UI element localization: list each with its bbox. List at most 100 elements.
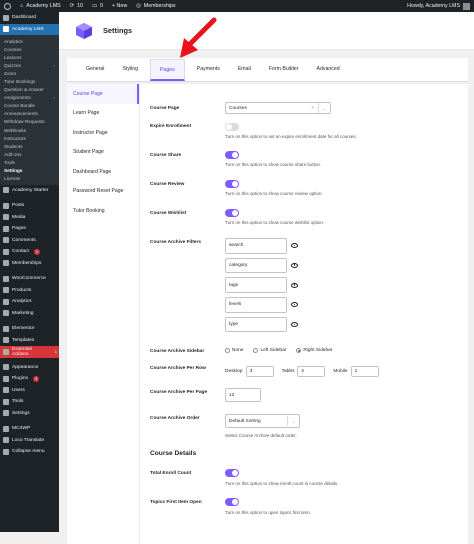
menu-analytics[interactable]: Analytics (0, 296, 59, 308)
tab-advanced[interactable]: Advanced (308, 57, 349, 81)
submenu-webhooks[interactable]: Webhooks (0, 126, 59, 134)
submenu-course-bundle[interactable]: Course Bundle (0, 102, 59, 110)
submenu-label: Withdraw Requests (4, 119, 45, 125)
expire-enrollment-toggle[interactable] (225, 123, 239, 131)
radio-label: None (232, 348, 244, 353)
menu-plugins[interactable]: Plugins 3 (0, 373, 59, 385)
sidebar-option-none[interactable]: None (225, 348, 243, 353)
menu-products[interactable]: Products (0, 285, 59, 297)
radio-button[interactable] (296, 348, 302, 353)
sidebar-option-left-sidebar[interactable]: Left Sidebar (253, 348, 286, 353)
submenu-zoom[interactable]: Zoom (0, 69, 59, 77)
tab-form-builder[interactable]: Form Builder (260, 57, 308, 81)
menu-label: Users (12, 387, 25, 393)
submenu-tools[interactable]: Tools (0, 158, 59, 166)
menu-marketing[interactable]: Marketing (0, 308, 59, 320)
memberships-link[interactable]: ◎ Memberships (136, 3, 175, 9)
menu-dashboard[interactable]: Dashboard (0, 12, 59, 24)
chevron-down-icon[interactable]: ⌄ (318, 103, 330, 113)
eye-icon[interactable] (291, 302, 298, 308)
menu-academy-starter[interactable]: Academy Starter (0, 185, 59, 197)
sidebar-option-right-sidebar[interactable]: Right Sidebar (296, 348, 332, 353)
radio-button[interactable] (225, 348, 230, 353)
submenu-question-answer[interactable]: Question & Answer (0, 86, 59, 94)
menu-memberships[interactable]: Memberships (0, 258, 59, 270)
archive-order-select[interactable]: Default Sorting ⌄ (225, 414, 300, 428)
submenu-announcements[interactable]: Announcements (0, 110, 59, 118)
filter-tags-input[interactable]: tags (225, 277, 287, 293)
subnav-tutor-booking[interactable]: Tutor Booking (67, 201, 139, 221)
wp-logo-menu[interactable] (4, 2, 11, 10)
eye-icon[interactable] (291, 243, 298, 249)
subnav-instructor-page[interactable]: Instructor Page (67, 123, 139, 143)
course-page-select[interactable]: Courses × ⌄ (225, 102, 331, 114)
subnav-password-reset-page[interactable]: Password Reset Page (67, 182, 139, 202)
account-menu[interactable]: Howdy, Academy LMS (407, 2, 470, 10)
submenu-lessons[interactable]: Lessons (0, 53, 59, 61)
products-icon (3, 287, 9, 294)
tab-pages[interactable]: Pages (150, 59, 185, 81)
submenu-courses[interactable]: Courses (0, 45, 59, 53)
tab-styling[interactable]: Styling (113, 57, 147, 81)
archive-per-page-input[interactable]: 12 (225, 388, 261, 402)
site-name-link[interactable]: ⌂ Academy LMS (20, 3, 61, 9)
menu-posts[interactable]: Posts (0, 200, 59, 212)
topics-first-open-toggle[interactable] (225, 498, 239, 506)
filter-search-input[interactable]: search (225, 238, 287, 254)
tab-payments[interactable]: Payments (188, 57, 229, 81)
clear-icon[interactable]: × (311, 106, 314, 111)
filter-category-input[interactable]: category (225, 257, 287, 274)
submenu-quizzes[interactable]: Quizzes › (0, 61, 59, 69)
eye-icon[interactable] (291, 282, 298, 288)
submenu-students[interactable]: Students (0, 142, 59, 150)
mobile-columns-input[interactable]: 1 (350, 366, 379, 377)
menu-templates[interactable]: Templates (0, 335, 59, 347)
menu-contact[interactable]: Contact 1 (0, 246, 59, 258)
course-wishlist-toggle[interactable] (225, 209, 239, 217)
tab-email[interactable]: Email (229, 57, 260, 81)
submenu-tutor-bookings[interactable]: Tutor Bookings (0, 77, 59, 85)
menu-users[interactable]: Users (0, 385, 59, 397)
submenu-instructors[interactable]: Instructors (0, 134, 59, 142)
menu-elementor[interactable]: Elementor (0, 323, 59, 335)
menu-essential-addons[interactable]: Essential Addons 1 (0, 346, 59, 358)
menu-settings[interactable]: Settings (0, 408, 59, 420)
submenu-label: Tools (4, 159, 15, 165)
menu-academy-lms[interactable]: Academy LMS (0, 23, 59, 35)
menu-collapse-menu[interactable]: Collapse menu (0, 446, 59, 458)
submenu-license[interactable]: License (0, 175, 59, 183)
tab-general[interactable]: General (77, 57, 113, 81)
menu-mc4wp[interactable]: MC4WP (0, 423, 59, 435)
eye-icon[interactable] (291, 262, 298, 268)
filter-levels-input[interactable]: levels (225, 297, 287, 313)
subnav-course-page[interactable]: Course Page (67, 84, 139, 104)
submenu-add-ons[interactable]: Add-ons (0, 150, 59, 158)
submenu-analytics[interactable]: Analytics (0, 37, 59, 45)
menu-loco-translate[interactable]: Loco Translate (0, 435, 59, 447)
comments-link[interactable]: ▭ 0 (92, 3, 103, 9)
menu-tools[interactable]: Tools (0, 396, 59, 408)
submenu-withdraw-requests[interactable]: Withdraw Requests (0, 118, 59, 126)
eye-icon[interactable] (291, 322, 298, 327)
tablet-columns-input[interactable]: 2 (297, 366, 326, 377)
archive-filters-label: Course Archive Filters (150, 240, 202, 245)
subnav-learn-page[interactable]: Learn Page (67, 104, 139, 124)
submenu-assignments[interactable]: Assignments › (0, 94, 59, 102)
submenu-settings[interactable]: Settings (0, 167, 59, 175)
mail-icon (3, 248, 9, 255)
subnav-dashboard-page[interactable]: Dashboard Page (67, 162, 139, 182)
subnav-student-page[interactable]: Student Page (67, 143, 139, 163)
course-share-toggle[interactable] (225, 151, 239, 159)
updates-link[interactable]: ⟳ 10 (70, 3, 83, 9)
course-review-toggle[interactable] (225, 180, 239, 188)
menu-comments[interactable]: Comments (0, 235, 59, 247)
menu-appearance[interactable]: Appearance (0, 362, 59, 374)
menu-pages[interactable]: Pages (0, 223, 59, 235)
menu-media[interactable]: Media (0, 212, 59, 224)
filter-type-input[interactable]: type (225, 316, 287, 333)
desktop-columns-input[interactable]: 3 (245, 366, 274, 377)
new-content-link[interactable]: + New (112, 3, 127, 9)
menu-woocommerce[interactable]: WooCommerce (0, 273, 59, 285)
radio-button[interactable] (253, 348, 259, 353)
total-enroll-toggle[interactable] (225, 469, 239, 477)
